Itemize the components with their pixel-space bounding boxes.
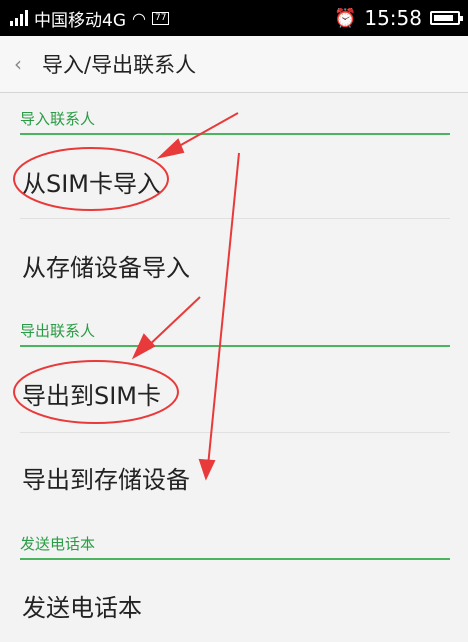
status-right: ⏰ 15:58	[333, 0, 463, 36]
notification-badge: 77	[151, 11, 170, 25]
carrier-label: 中国移动4G	[34, 10, 126, 31]
list-item-export-storage[interactable]: 导出到存储设备	[0, 440, 468, 514]
title-bar: ‹ 导入/导出联系人	[0, 36, 468, 93]
status-left: 中国移动4G ◠ 77	[10, 0, 170, 36]
battery-icon	[430, 11, 463, 25]
status-bar: 中国移动4G ◠ 77 ⏰ 15:58	[0, 0, 468, 36]
list-item-import-storage[interactable]: 从存储设备导入	[0, 228, 468, 302]
list-item-label: 发送电话本	[22, 593, 142, 622]
list-item-send-contacts[interactable]: 发送电话本	[0, 568, 468, 642]
list-item-label: 导出到存储设备	[22, 465, 190, 494]
list-item-label: 从存储设备导入	[22, 253, 190, 282]
section-header-send: 发送电话本	[20, 533, 450, 560]
list-item-label: 导出到SIM卡	[22, 381, 162, 410]
list-item-import-sim[interactable]: 从SIM卡导入	[0, 144, 468, 218]
signal-icon	[10, 10, 28, 26]
back-chevron-icon[interactable]: ‹	[14, 52, 32, 76]
divider	[20, 218, 450, 219]
annotation-overlay	[13, 112, 240, 481]
alarm-icon: ⏰	[333, 7, 357, 29]
divider	[20, 432, 450, 433]
wifi-icon: ◠	[132, 8, 146, 28]
list-item-label: 从SIM卡导入	[22, 169, 162, 198]
section-header-export: 导出联系人	[20, 320, 450, 347]
clock: 15:58	[364, 6, 422, 30]
section-header-import: 导入联系人	[20, 108, 450, 135]
page-title: 导入/导出联系人	[42, 53, 197, 77]
list-item-export-sim[interactable]: 导出到SIM卡	[0, 356, 468, 430]
